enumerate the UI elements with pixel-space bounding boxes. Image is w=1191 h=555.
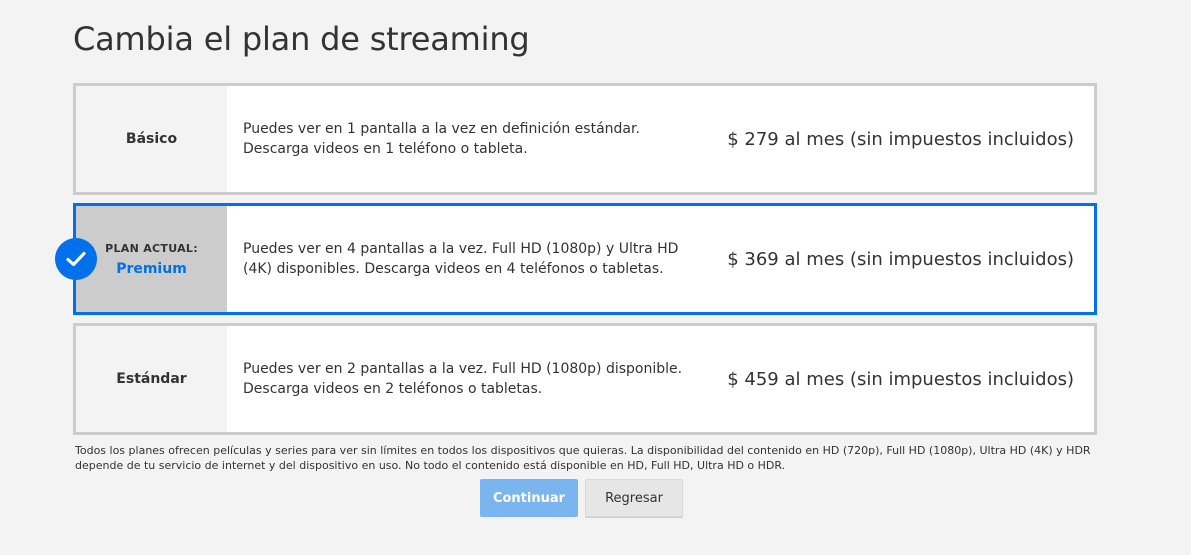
plan-price: $ 459 al mes (sin impuestos incluidos) xyxy=(727,368,1074,390)
plan-price: $ 279 al mes (sin impuestos incluidos) xyxy=(727,128,1074,150)
plan-name: Premium xyxy=(116,260,187,277)
page-title: Cambia el plan de streaming xyxy=(73,20,530,58)
plan-option-premium[interactable]: PLAN ACTUAL: Premium Puedes ver en 4 pan… xyxy=(55,203,1097,315)
plan-description-line: Descarga videos en 1 teléfono o tableta. xyxy=(243,141,528,157)
plan-name-cell: Estándar xyxy=(76,326,227,432)
plan-name: Estándar xyxy=(116,371,187,387)
plan-description-line: Puedes ver en 2 pantallas a la vez. Full… xyxy=(243,361,683,377)
plan-name-cell: PLAN ACTUAL: Premium xyxy=(76,206,227,312)
plan-option-estandar[interactable]: Estándar Puedes ver en 2 pantallas a la … xyxy=(73,323,1097,435)
continue-button[interactable]: Continuar xyxy=(480,479,578,517)
change-plan-page: Cambia el plan de streaming Básico Puede… xyxy=(0,0,1191,555)
check-icon xyxy=(55,238,97,280)
plan-description-line: Puedes ver en 4 pantallas a la vez. Full… xyxy=(243,241,679,257)
disclaimer-text: Todos los planes ofrecen películas y ser… xyxy=(75,443,1095,473)
plan-description-line: (4K) disponibles. Descarga videos en 4 t… xyxy=(243,261,664,277)
plan-price: $ 369 al mes (sin impuestos incluidos) xyxy=(727,248,1074,270)
plan-description: Puedes ver en 2 pantallas a la vez. Full… xyxy=(227,326,707,432)
plan-list: Básico Puedes ver en 1 pantalla a la vez… xyxy=(55,83,1097,443)
plan-name: Básico xyxy=(125,131,178,147)
current-plan-label: PLAN ACTUAL: xyxy=(105,241,198,255)
plan-description-line: Descarga videos en 2 teléfonos o tableta… xyxy=(243,381,543,397)
plan-name-cell: Básico xyxy=(76,86,227,192)
disclaimer-line: Todos los planes ofrecen películas y ser… xyxy=(75,444,1091,457)
disclaimer-line: depende de tu servicio de internet y del… xyxy=(75,459,786,472)
plan-description-line: Puedes ver en 1 pantalla a la vez en def… xyxy=(243,121,640,137)
action-buttons: Continuar Regresar xyxy=(480,479,683,517)
plan-description: Puedes ver en 4 pantallas a la vez. Full… xyxy=(227,206,707,312)
plan-description: Puedes ver en 1 pantalla a la vez en def… xyxy=(227,86,707,192)
back-button[interactable]: Regresar xyxy=(585,479,683,517)
plan-option-basico[interactable]: Básico Puedes ver en 1 pantalla a la vez… xyxy=(73,83,1097,195)
